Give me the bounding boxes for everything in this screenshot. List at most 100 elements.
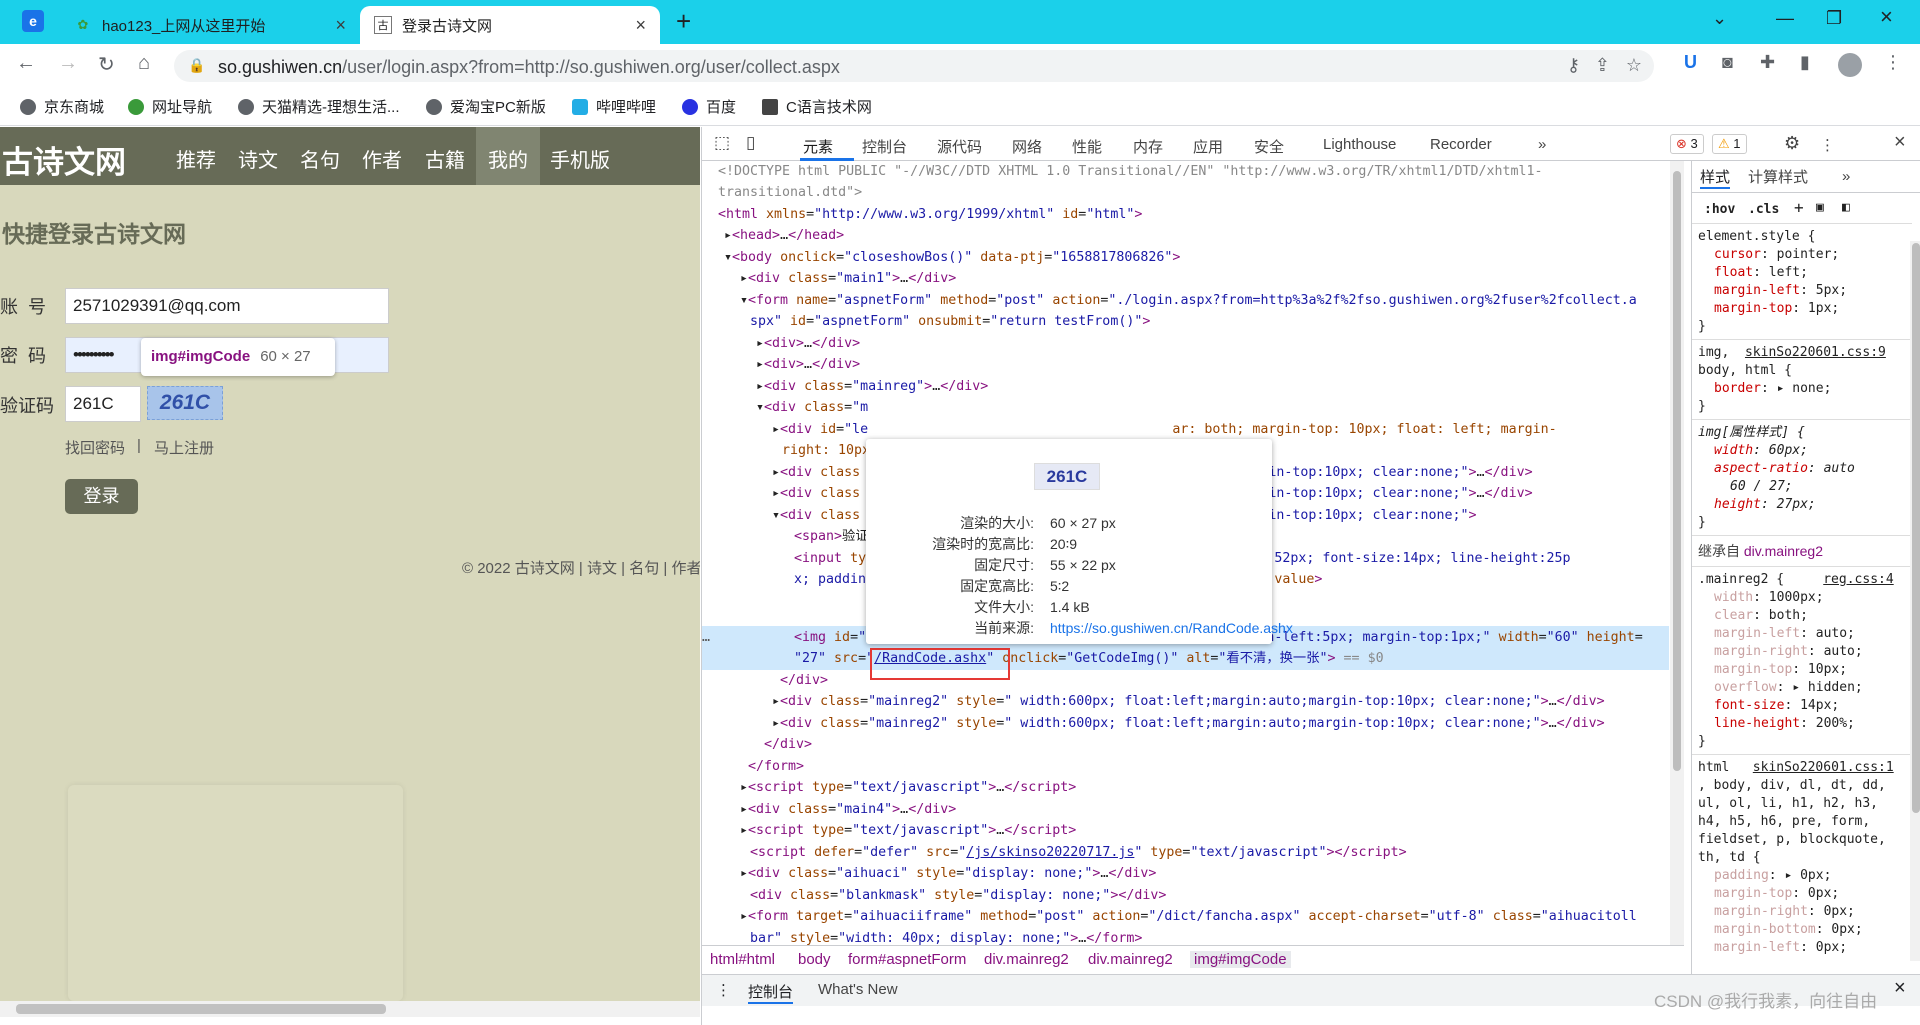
scrollbar-thumb[interactable] [16,1004,386,1014]
bookmark-item[interactable]: 京东商城 [20,96,104,117]
close-tab-icon[interactable]: × [335,15,346,36]
tab-performance[interactable]: 性能 [1072,136,1102,157]
dom-node[interactable]: right: 10px [782,440,870,462]
warning-badge[interactable]: ⚠ 1 [1712,134,1747,154]
style-decl[interactable]: margin-right: 0px; [1714,903,1855,921]
style-decl[interactable]: margin-bottom: 0px; [1714,921,1863,939]
style-decl[interactable]: clear: both; [1714,607,1808,625]
more-tabs-icon[interactable]: » [1538,136,1546,153]
style-decl[interactable]: aspect-ratio: auto [1714,460,1855,478]
profile-avatar[interactable] [1838,53,1862,77]
style-decl[interactable]: margin-top: 10px; [1714,661,1847,679]
bookmark-star-icon[interactable]: ☆ [1626,55,1642,76]
site-logo[interactable]: 古诗文网 [2,137,126,182]
nav-item[interactable]: 手机版 [550,144,610,173]
dom-node[interactable]: ▸<div class="mainreg">…</div> [756,376,988,398]
scrollbar-thumb[interactable] [1673,171,1681,771]
extensions-puzzle-icon[interactable]: ✚ [1760,52,1775,73]
nav-item[interactable]: 诗文 [238,144,278,173]
style-decl[interactable]: cursor: pointer; [1714,246,1839,264]
paint-icon[interactable]: ▣ [1816,199,1824,217]
dom-node[interactable]: transitional.dtd"> [718,182,862,204]
sidebar-toggle-icon[interactable]: ◧ [1842,199,1850,217]
tab-recorder[interactable]: Recorder [1430,136,1492,153]
tab-search-icon[interactable]: ⌄ [1712,8,1727,29]
style-decl[interactable]: border: ▸ none; [1714,380,1831,398]
dom-node[interactable]: <script defer="defer" src="/js/skinso202… [750,842,1407,864]
breadcrumb-item-selected[interactable]: img#imgCode [1190,951,1291,968]
tab-styles[interactable]: 样式 [1700,169,1731,189]
style-decl[interactable]: overflow: ▸ hidden; [1714,679,1863,697]
drawer-tab-console[interactable]: 控制台 [748,981,794,1004]
dom-node[interactable]: ▸<div>…</div> [756,354,860,376]
dom-node[interactable]: ▸<head>…</head> [724,225,844,247]
close-tab-icon[interactable]: × [635,15,646,36]
dom-node[interactable]: ▾<div class="m [756,397,868,419]
dom-node[interactable]: ▸<div class="main1">…</div> [740,268,956,290]
nav-item[interactable]: 古籍 [425,144,465,173]
new-rule-icon[interactable]: + [1794,199,1804,217]
dom-node[interactable]: ▸<form target="aihuaciiframe" method="po… [740,906,1637,928]
dom-node[interactable]: ▸<div class="mainreg2" style=" width:600… [772,691,1605,713]
forward-icon[interactable]: → [58,52,78,75]
more-tabs-icon[interactable]: » [1842,168,1850,186]
style-decl[interactable]: margin-left: 0px; [1714,939,1847,957]
dom-node[interactable]: ▸<div class="mainreg2" style=" width:600… [772,713,1605,735]
horizontal-scrollbar[interactable] [0,1001,700,1017]
address-bar[interactable]: 🔒 so.gushiwen.cn/user/login.aspx?from=ht… [174,50,1654,82]
style-decl[interactable]: 60 / 27; [1730,478,1793,496]
ellipsis-icon[interactable]: … [702,627,710,649]
hov-toggle[interactable]: :hov [1704,201,1735,219]
bookmark-item[interactable]: 百度 [682,96,736,117]
captcha-image[interactable]: 261C [147,386,223,420]
new-tab-button[interactable]: + [676,6,691,37]
restore-icon[interactable]: ❐ [1826,8,1842,29]
tab-console[interactable]: 控制台 [862,136,907,157]
tab-lighthouse[interactable]: Lighthouse [1323,136,1396,153]
browser-logo-icon[interactable]: e [22,10,44,32]
key-icon[interactable]: ⚷ [1567,55,1580,76]
dom-node[interactable]: ▸<div>…</div> [756,333,860,355]
breadcrumb-item[interactable]: body [798,951,831,968]
close-window-icon[interactable]: × [1880,4,1893,30]
bookmark-item[interactable]: 爱淘宝PC新版 [426,96,546,117]
style-decl[interactable]: width: 1000px; [1714,589,1824,607]
minimize-icon[interactable]: — [1776,8,1794,29]
elements-scrollbar[interactable] [1670,161,1684,954]
style-decl[interactable]: padding: ▸ 0px; [1714,867,1831,885]
dom-node[interactable]: <html xmlns="http://www.w3.org/1999/xhtm… [718,204,1142,226]
nav-item[interactable]: 作者 [362,144,402,173]
dom-node[interactable]: ▾<form name="aspnetForm" method="post" a… [740,290,1637,312]
inspect-element-icon[interactable]: ⬚ [714,133,730,153]
tab-network[interactable]: 网络 [1012,136,1042,157]
cls-toggle[interactable]: .cls [1748,201,1779,219]
url-text[interactable]: so.gushiwen.cn/user/login.aspx?from=http… [218,57,840,78]
tab-security[interactable]: 安全 [1254,136,1284,157]
style-decl[interactable]: margin-right: auto; [1714,643,1863,661]
home-icon[interactable]: ⌂ [138,52,150,75]
lock-icon[interactable]: 🔒 [188,57,205,74]
style-decl[interactable]: margin-left: auto; [1714,625,1855,643]
nav-item[interactable]: 推荐 [176,144,216,173]
dom-node[interactable]: ▸<script type="text/javascript">…</scrip… [740,777,1076,799]
dom-node[interactable]: ▸<div id="le ar: both; margin-top: 10px;… [772,419,1557,441]
drawer-tab-whats-new[interactable]: What's New [818,981,898,998]
tab-hao123[interactable]: ✿ hao123_上网从这里开始 × [60,6,360,44]
dom-node[interactable]: ▸<div class="aihuaci" style="display: no… [740,863,1156,885]
extension-u-icon[interactable]: U [1684,52,1697,73]
forgot-password-link[interactable]: 找回密码 [65,437,125,458]
nav-item[interactable]: 名句 [300,144,340,173]
dom-node[interactable]: ▸<script type="text/javascript">…</scrip… [740,820,1076,842]
extension-mask-icon[interactable]: ◙ [1722,52,1733,73]
account-input[interactable]: 2571029391@qq.com [65,288,389,324]
dom-node[interactable]: ▸<div class="main4">…</div> [740,799,956,821]
style-decl[interactable]: width: 60px; [1714,442,1808,460]
dom-node[interactable]: </form> [748,756,804,778]
tab-application[interactable]: 应用 [1193,136,1223,157]
error-badge[interactable]: ⊗ 3 [1670,134,1704,154]
breadcrumb-item[interactable]: html#html [710,951,775,968]
register-link[interactable]: 马上注册 [154,437,214,458]
dom-node[interactable]: </div> [780,670,828,692]
tab-login[interactable]: 古 登录古诗文网 × [360,6,660,44]
back-icon[interactable]: ← [16,52,36,75]
